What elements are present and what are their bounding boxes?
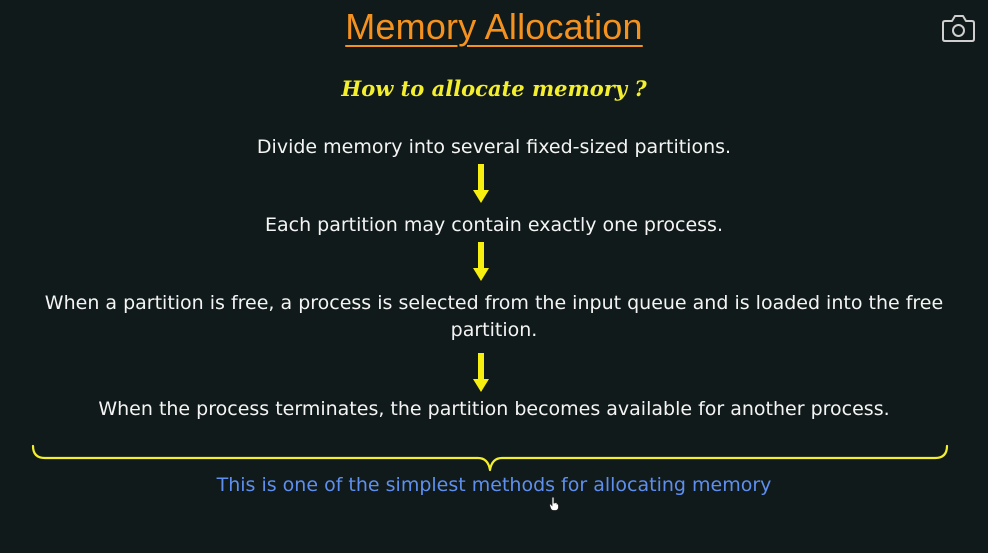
step-3-text: When a partition is free, a process is s… [44,292,944,341]
camera-icon[interactable] [941,13,975,43]
summary-note: This is one of the simplest methods for … [216,474,772,496]
slide-subtitle: How to allocate memory ? [341,76,647,101]
mouse-cursor-icon [549,496,559,511]
arrow-down-icon [472,353,490,393]
curly-brace-icon [30,444,950,474]
arrow-down-icon [472,164,490,204]
step-1-text: Divide memory into several fixed-sized p… [256,136,732,158]
step-4-text: When the process terminates, the partiti… [98,398,890,420]
slide-title: Memory Allocation [345,6,643,47]
step-2-text: Each partition may contain exactly one p… [264,214,723,236]
arrow-down-icon [472,242,490,282]
